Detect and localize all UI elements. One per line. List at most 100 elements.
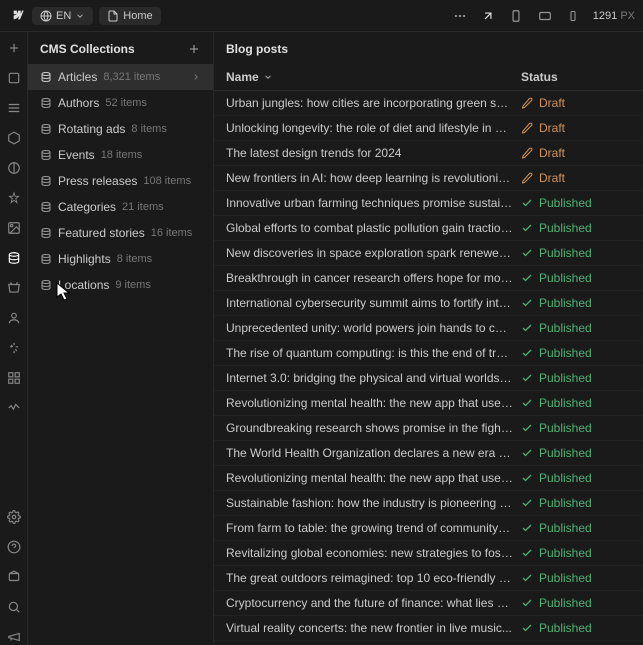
- collection-count: 21 items: [122, 201, 164, 213]
- table-row[interactable]: The rise of eSports: virtual competition…: [214, 641, 643, 645]
- viewport-unit: PX: [620, 10, 635, 22]
- check-icon: [521, 347, 533, 359]
- table-row[interactable]: The latest design trends for 2024Draft: [214, 141, 643, 166]
- collection-item[interactable]: Events 18 items: [28, 142, 213, 168]
- row-name: Revolutionizing mental health: the new a…: [226, 471, 521, 485]
- logic-icon[interactable]: [6, 340, 22, 356]
- settings-icon[interactable]: [6, 509, 22, 525]
- pencil-icon: [521, 122, 533, 134]
- ecommerce-icon[interactable]: [6, 280, 22, 296]
- collection-count: 52 items: [105, 97, 147, 109]
- row-name: Innovative urban farming techniques prom…: [226, 196, 521, 210]
- row-status: Published: [521, 321, 631, 335]
- database-icon: [40, 175, 52, 187]
- users-icon[interactable]: [6, 310, 22, 326]
- apps-icon[interactable]: [6, 370, 22, 386]
- row-status: Published: [521, 471, 631, 485]
- column-name-header[interactable]: Name: [226, 70, 521, 84]
- variables-icon[interactable]: [6, 190, 22, 206]
- table-row[interactable]: Revolutionizing mental health: the new a…: [214, 466, 643, 491]
- collection-name: Locations: [58, 278, 109, 292]
- search-icon[interactable]: [6, 599, 22, 615]
- row-name: New discoveries in space exploration spa…: [226, 246, 521, 260]
- left-tool-rail: [0, 32, 28, 645]
- page-selector[interactable]: Home: [99, 7, 160, 25]
- row-name: Breakthrough in cancer research offers h…: [226, 271, 521, 285]
- collection-item[interactable]: Authors 52 items: [28, 90, 213, 116]
- status-label: Published: [539, 246, 592, 260]
- collection-count: 8,321 items: [103, 71, 160, 83]
- table-row[interactable]: International cybersecurity summit aims …: [214, 291, 643, 316]
- content-area: Blog posts Name Status Urban jungles: ho…: [214, 32, 643, 645]
- styles-icon[interactable]: [6, 160, 22, 176]
- components-icon[interactable]: [6, 130, 22, 146]
- table-row[interactable]: Unlocking longevity: the role of diet an…: [214, 116, 643, 141]
- table-row[interactable]: Unprecedented unity: world powers join h…: [214, 316, 643, 341]
- status-label: Draft: [539, 121, 565, 135]
- collection-item[interactable]: Articles 8,321 items: [28, 64, 213, 90]
- cms-icon[interactable]: [6, 250, 22, 266]
- video-icon[interactable]: [6, 569, 22, 585]
- row-status: Published: [521, 496, 631, 510]
- add-element-icon[interactable]: [6, 40, 22, 56]
- row-name: Revitalizing global economies: new strat…: [226, 546, 521, 560]
- more-icon[interactable]: [453, 9, 467, 23]
- table-row[interactable]: Global efforts to combat plastic polluti…: [214, 216, 643, 241]
- database-icon: [40, 123, 52, 135]
- database-icon: [40, 279, 52, 291]
- collection-item[interactable]: Press releases 108 items: [28, 168, 213, 194]
- desktop-icon[interactable]: [537, 9, 553, 23]
- collection-item[interactable]: Rotating ads 8 items: [28, 116, 213, 142]
- table-row[interactable]: The great outdoors reimagined: top 10 ec…: [214, 566, 643, 591]
- add-collection-button[interactable]: [187, 42, 201, 56]
- viewport-width: 1291: [593, 10, 617, 22]
- row-name: Sustainable fashion: how the industry is…: [226, 496, 521, 510]
- pages-icon[interactable]: [6, 70, 22, 86]
- database-icon: [40, 253, 52, 265]
- table-row[interactable]: Innovative urban farming techniques prom…: [214, 191, 643, 216]
- table-row[interactable]: The World Health Organization declares a…: [214, 441, 643, 466]
- row-status: Published: [521, 221, 631, 235]
- table-row[interactable]: Revitalizing global economies: new strat…: [214, 541, 643, 566]
- tablet-icon[interactable]: [509, 9, 523, 23]
- collection-count: 16 items: [151, 227, 193, 239]
- chevron-down-icon: [75, 11, 85, 21]
- assets-icon[interactable]: [6, 220, 22, 236]
- row-status: Draft: [521, 121, 631, 135]
- table-row[interactable]: Virtual reality concerts: the new fronti…: [214, 616, 643, 641]
- table-row[interactable]: Groundbreaking research shows promise in…: [214, 416, 643, 441]
- table-body: Urban jungles: how cities are incorporat…: [214, 91, 643, 645]
- table-row[interactable]: Cryptocurrency and the future of finance…: [214, 591, 643, 616]
- collection-name: Categories: [58, 200, 116, 214]
- table-row[interactable]: New discoveries in space exploration spa…: [214, 241, 643, 266]
- pencil-icon: [521, 147, 533, 159]
- column-status-header[interactable]: Status: [521, 70, 631, 84]
- table-row[interactable]: Urban jungles: how cities are incorporat…: [214, 91, 643, 116]
- navigator-icon[interactable]: [6, 100, 22, 116]
- table-row[interactable]: From farm to table: the growing trend of…: [214, 516, 643, 541]
- collection-item[interactable]: Locations 9 items: [28, 272, 213, 298]
- help-icon[interactable]: [6, 539, 22, 555]
- table-row[interactable]: Sustainable fashion: how the industry is…: [214, 491, 643, 516]
- table-row[interactable]: The rise of quantum computing: is this t…: [214, 341, 643, 366]
- check-icon: [521, 247, 533, 259]
- row-status: Published: [521, 246, 631, 260]
- collection-item[interactable]: Highlights 8 items: [28, 246, 213, 272]
- export-icon[interactable]: [481, 9, 495, 23]
- row-name: Groundbreaking research shows promise in…: [226, 421, 521, 435]
- audit-icon[interactable]: [6, 400, 22, 416]
- row-status: Published: [521, 596, 631, 610]
- collection-item[interactable]: Categories 21 items: [28, 194, 213, 220]
- mobile-icon[interactable]: [567, 9, 579, 23]
- table-row[interactable]: Breakthrough in cancer research offers h…: [214, 266, 643, 291]
- table-row[interactable]: Revolutionizing mental health: the new a…: [214, 391, 643, 416]
- table-row[interactable]: Internet 3.0: bridging the physical and …: [214, 366, 643, 391]
- page-label: Home: [123, 10, 152, 22]
- webflow-logo[interactable]: [8, 7, 26, 25]
- collection-count: 18 items: [101, 149, 143, 161]
- announce-icon[interactable]: [6, 629, 22, 645]
- status-label: Published: [539, 496, 592, 510]
- collection-item[interactable]: Featured stories 16 items: [28, 220, 213, 246]
- language-selector[interactable]: EN: [32, 7, 93, 25]
- table-row[interactable]: New frontiers in AI: how deep learning i…: [214, 166, 643, 191]
